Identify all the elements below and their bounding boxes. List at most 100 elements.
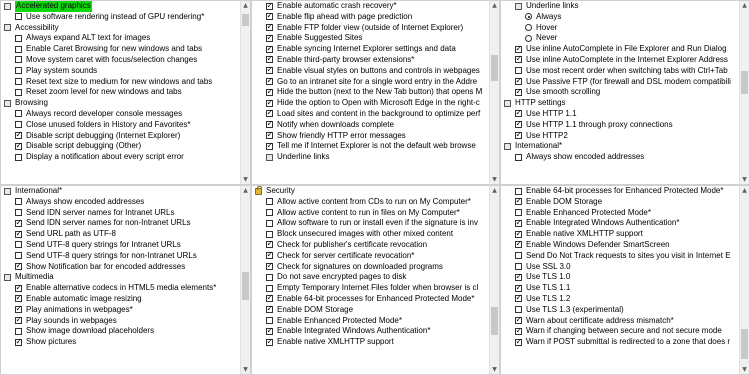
scroll-up-arrow-icon[interactable]: ▲ [490,186,499,195]
group-header[interactable]: Underline links [501,1,739,12]
scroll-up-arrow-icon[interactable]: ▲ [740,1,749,10]
settings-panel-1[interactable]: Accelerated graphics Use software renderi… [0,0,251,185]
setting-row[interactable]: Block unsecured images with other mixed … [252,229,489,240]
setting-row[interactable]: Use inline AutoComplete in File Explorer… [501,44,739,55]
setting-row[interactable]: Warn if POST submittal is redirected to … [501,337,739,348]
checkbox[interactable] [515,209,522,217]
setting-row[interactable]: Notify when downloads complete [252,119,489,131]
radio-button[interactable] [525,24,532,32]
scroll-down-arrow-icon[interactable]: ▼ [740,365,749,374]
setting-row[interactable]: Send Do Not Track requests to sites you … [501,251,739,262]
group-header[interactable]: Accelerated graphics [1,1,240,12]
scroll-up-arrow-icon[interactable]: ▲ [740,186,749,195]
settings-panel-4[interactable]: International* Always show encoded addres… [0,185,251,375]
checkbox[interactable] [266,54,273,65]
setting-row[interactable]: Reset text size to medium for new window… [1,77,240,88]
setting-row[interactable]: Show image download placeholders [1,326,240,337]
checkbox[interactable] [266,44,273,54]
setting-row[interactable]: Use inline AutoComplete in the Internet … [501,54,739,66]
checkbox[interactable] [266,11,273,22]
settings-panel-6[interactable]: Enable 64-bit processes for Enhanced Pro… [500,185,750,375]
checkbox[interactable] [266,209,273,217]
checkbox[interactable] [266,1,273,11]
checkbox[interactable] [266,317,273,325]
group-header[interactable]: International* [1,186,240,197]
setting-row[interactable]: Use TLS 1.1 [501,283,739,294]
scroll-thumb[interactable] [491,306,498,336]
setting-row[interactable]: Show friendly HTTP error messages [252,130,489,142]
setting-row[interactable]: Warn about certificate address mismatch* [501,315,739,327]
checkbox[interactable] [15,121,22,129]
scroll-thumb[interactable] [741,71,748,95]
setting-row[interactable]: Enable flip ahead with page prediction [252,11,489,23]
group-header[interactable]: International* [501,141,739,152]
checkbox[interactable] [515,229,522,239]
setting-row[interactable]: Use HTTP 1.1 through proxy connections [501,119,739,131]
vertical-scrollbar[interactable]: ▲ ▼ [739,1,749,184]
checkbox[interactable] [515,187,522,195]
setting-row[interactable]: Show Notification bar for encoded addres… [1,261,240,273]
setting-row[interactable]: Enable alternative codecs in HTML5 media… [1,283,240,294]
checkbox[interactable] [515,315,522,326]
checkbox[interactable] [266,87,273,98]
setting-row[interactable]: Use TLS 1.0 [501,272,739,283]
checkbox[interactable] [15,153,22,161]
checkbox[interactable] [15,304,22,315]
checkbox[interactable] [266,326,273,337]
radio-button[interactable] [525,13,532,21]
setting-row[interactable]: Enable 64-bit processes for Enhanced Pro… [252,293,489,305]
scroll-thumb[interactable] [741,328,748,359]
settings-list[interactable]: Accelerated graphics Use software renderi… [1,1,240,184]
setting-row[interactable]: Hide the button (next to the New Tab but… [252,87,489,98]
group-header[interactable]: Underline links [252,152,489,163]
scroll-up-arrow-icon[interactable]: ▲ [490,1,499,10]
checkbox[interactable] [266,198,273,206]
checkbox[interactable] [266,76,273,87]
checkbox[interactable] [266,141,273,152]
setting-row[interactable]: Use TLS 1.3 (experimental) [501,305,739,316]
group-header[interactable]: Multimedia [1,272,240,283]
scroll-down-arrow-icon[interactable]: ▼ [241,175,250,184]
setting-row[interactable]: Enable native XMLHTTP support [252,337,489,348]
checkbox[interactable] [15,67,22,75]
setting-row[interactable]: Enable automatic image resizing [1,293,240,305]
checkbox[interactable] [515,263,522,271]
checkbox[interactable] [515,44,522,54]
setting-row[interactable]: Send IDN server names for non-Intranet U… [1,218,240,229]
checkbox[interactable] [15,218,22,229]
checkbox[interactable] [15,141,22,152]
checkbox[interactable] [15,34,22,42]
checkbox[interactable] [15,315,22,326]
checkbox[interactable] [266,119,273,130]
checkbox[interactable] [515,108,522,119]
settings-panel-2[interactable]: Enable automatic crash recovery*Enable f… [251,0,500,185]
setting-row[interactable]: Allow active content to run in files on … [252,208,489,219]
setting-row[interactable]: Enable Enhanced Protected Mode* [252,316,489,327]
setting-row[interactable]: Use software rendering instead of GPU re… [1,12,240,23]
checkbox[interactable] [266,22,273,33]
setting-row[interactable]: Empty Temporary Internet Files folder wh… [252,283,489,294]
setting-row[interactable]: Enable DOM Storage [501,196,739,208]
setting-row[interactable]: Display a notification about every scrip… [1,152,240,163]
checkbox[interactable] [266,130,273,141]
checkbox[interactable] [15,241,22,249]
setting-row[interactable]: Enable Integrated Windows Authentication… [252,326,489,337]
checkbox[interactable] [15,198,22,206]
settings-list[interactable]: International* Always show encoded addres… [1,186,240,374]
setting-row[interactable]: Use HTTP2 [501,130,739,142]
setting-row[interactable]: Send URL path as UTF-8 [1,229,240,240]
scroll-thumb[interactable] [242,271,249,301]
setting-row[interactable]: Enable syncing Internet Explorer setting… [252,44,489,55]
checkbox[interactable] [266,33,273,44]
checkbox[interactable] [266,250,273,261]
checkbox[interactable] [515,196,522,207]
group-header[interactable]: Security [252,186,489,197]
setting-row[interactable]: Warn if changing between secure and not … [501,326,739,337]
scroll-down-arrow-icon[interactable]: ▼ [490,175,499,184]
setting-row[interactable]: Always expand ALT text for images [1,33,240,44]
checkbox[interactable] [15,261,22,272]
setting-row[interactable]: Enable native XMLHTTP support [501,229,739,240]
checkbox[interactable] [15,252,22,260]
setting-row[interactable]: Allow software to run or install even if… [252,218,489,229]
vertical-scrollbar[interactable]: ▲ ▼ [739,186,749,374]
